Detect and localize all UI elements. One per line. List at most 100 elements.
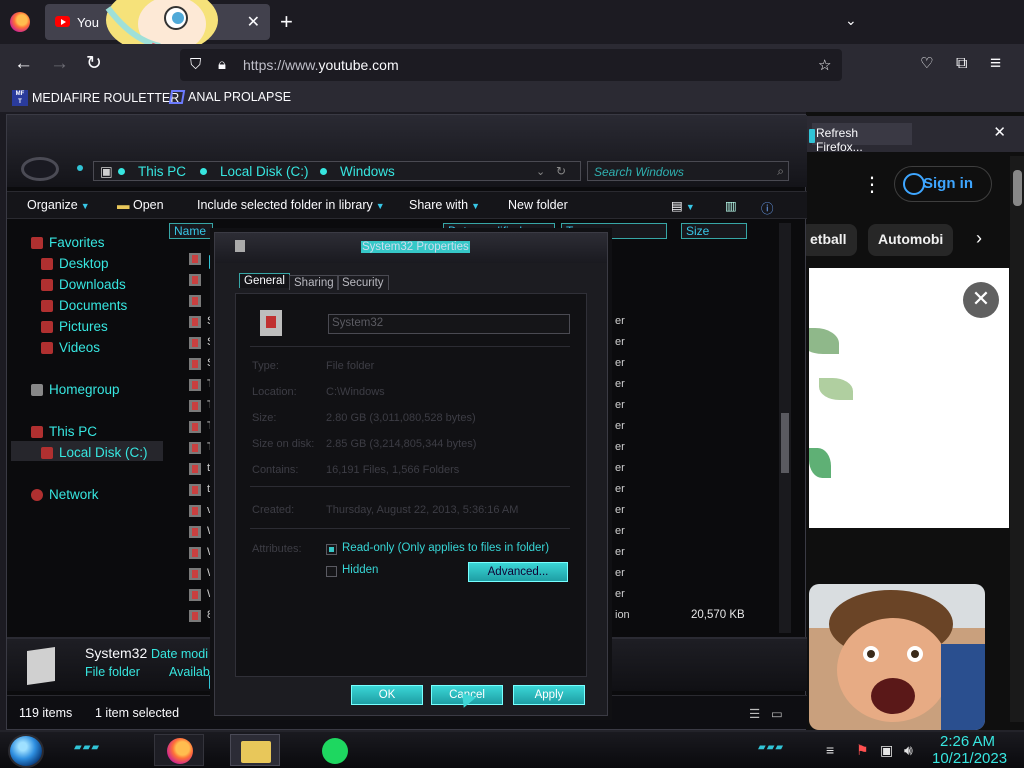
nav-this-pc[interactable]: This PC — [31, 424, 97, 439]
url-bar[interactable]: ⛉ 🔒︎ https://www.youtube.com ☆ — [180, 49, 842, 81]
readonly-checkbox[interactable] — [326, 544, 337, 555]
dialog-title-bar[interactable]: System32 Properties — [215, 233, 607, 263]
include-in-library-button[interactable]: Include selected folder in library ▼ — [197, 198, 385, 212]
chip-basketball[interactable]: etball — [800, 224, 857, 256]
refresh-icon[interactable]: ↻ — [556, 164, 566, 178]
prop-type-label: Type: — [252, 360, 279, 372]
tracking-shield-icon[interactable]: ⛉ — [190, 56, 201, 73]
clock-date[interactable]: 10/21/2023 — [932, 750, 1007, 767]
lock-icon[interactable]: 🔒︎ — [218, 56, 226, 73]
prop-created-value: Thursday, August 22, 2013, 5:36:16 AM — [326, 504, 519, 516]
menu-hamburger-icon[interactable]: ≡ — [990, 54, 1001, 74]
chevron-right-icon[interactable]: › — [976, 228, 982, 249]
nav-homegroup[interactable]: Homegroup — [31, 382, 120, 397]
leaf-icon — [819, 378, 853, 400]
tab-sharing[interactable]: Sharing — [289, 275, 339, 290]
share-with-button[interactable]: Share with ▼ — [409, 198, 480, 212]
pocket-icon[interactable]: ♡ — [920, 54, 933, 74]
crumb-local-disk[interactable]: Local Disk (C:) — [220, 164, 309, 179]
url-text[interactable]: https://www.youtube.com — [243, 57, 399, 73]
sign-in-label: Sign in — [923, 175, 973, 192]
organize-button[interactable]: Organize ▼ — [27, 198, 90, 212]
back-button[interactable]: ← — [14, 54, 33, 74]
nav-downloads[interactable]: Downloads — [41, 277, 126, 292]
bookmarks-bar: MF T MEDIAFIRE ROULETTER ANAL PROLAPSE — [0, 86, 1024, 112]
action-center-icon[interactable]: ⚑ — [856, 742, 869, 759]
ad-close-icon[interactable]: ✕ — [963, 282, 999, 318]
bookmark-mediafire[interactable]: MF T MEDIAFIRE ROULETTER — [12, 90, 179, 106]
reload-button[interactable]: ↻ — [86, 54, 102, 74]
forward-button[interactable]: → — [50, 54, 69, 74]
nav-videos[interactable]: Videos — [41, 340, 100, 355]
column-size[interactable]: Size — [681, 223, 747, 239]
hidden-label[interactable]: Hidden — [342, 564, 378, 576]
refresh-firefox-button[interactable]: Refresh Firefox... — [812, 123, 912, 154]
help-icon[interactable]: ⓘ — [761, 198, 774, 217]
ad-banner[interactable]: ✕ — [809, 268, 1009, 528]
nav-favorites[interactable]: Favorites — [31, 235, 105, 250]
nav-local-disk[interactable]: Local Disk (C:) — [41, 445, 148, 460]
change-view-icon[interactable]: ▤ ▼ — [671, 198, 695, 213]
prop-location-label: Location: — [252, 386, 297, 398]
clock-time[interactable]: 2:26 AM — [940, 733, 995, 750]
bookmark-second[interactable]: ANAL PROLAPSE — [168, 90, 291, 104]
close-icon[interactable]: ✕ — [993, 123, 1006, 141]
new-tab-button[interactable]: + — [280, 9, 293, 35]
back-forward-orb-icon[interactable] — [21, 157, 59, 181]
folder-icon — [189, 484, 201, 496]
crumb-windows[interactable]: Windows — [340, 164, 395, 179]
row-name: T — [207, 378, 214, 390]
new-folder-button[interactable]: New folder — [508, 198, 568, 212]
sign-in-button[interactable]: Sign in — [894, 166, 992, 202]
apply-button[interactable]: Apply — [513, 685, 585, 705]
nav-desktop[interactable]: Desktop — [41, 256, 109, 271]
video-thumbnail[interactable] — [809, 584, 985, 730]
downloads-icon — [41, 279, 53, 292]
volume-icon[interactable]: 🔊︎ — [904, 742, 913, 759]
address-dropdown-icon[interactable]: ⌄ — [536, 165, 545, 178]
taskbar-accent-icon: ▰▰▰ — [74, 742, 101, 753]
open-button[interactable]: ▬ Open — [117, 198, 164, 212]
scrollbar-thumb[interactable] — [1013, 170, 1022, 206]
chip-automobiles[interactable]: Automobi — [868, 224, 954, 256]
search-box[interactable]: Search Windows ⌕ — [587, 161, 789, 181]
network-tray-icon[interactable]: ▣ — [880, 742, 893, 759]
firefox-logo-icon[interactable] — [10, 12, 30, 32]
start-button[interactable] — [8, 734, 44, 768]
folder-name-field[interactable]: System32 — [328, 314, 570, 334]
prop-size-value: 2.80 GB (3,011,080,528 bytes) — [326, 412, 476, 424]
status-selected-count: 1 item selected — [95, 706, 180, 720]
tab-close-icon[interactable]: ✕ — [247, 12, 260, 32]
details-date-label: Date modi — [151, 647, 208, 661]
ok-button[interactable]: OK — [351, 685, 423, 705]
search-icon[interactable]: ⌕ — [777, 164, 784, 179]
nav-network[interactable]: Network — [31, 487, 99, 502]
tray-overflow-icon[interactable]: ≡ — [826, 742, 834, 758]
column-name[interactable]: Name — [169, 223, 213, 239]
extensions-icon[interactable]: ⧉ — [956, 54, 967, 74]
address-bar[interactable]: ▣ This PC Local Disk (C:) Windows ⌄ ↻ — [93, 161, 581, 181]
large-icons-view-icon[interactable]: ▭ — [771, 706, 783, 721]
scrollbar-thumb[interactable] — [781, 413, 789, 473]
taskbar-firefox[interactable] — [154, 734, 204, 766]
tab-general[interactable]: General — [239, 273, 290, 288]
list-all-tabs-chevron-icon[interactable]: ⌄ — [845, 12, 857, 29]
youtube-scrollbar[interactable] — [1010, 156, 1024, 722]
row-type: er — [615, 357, 625, 369]
navigation-pane: Favorites Desktop Downloads Documents Pi… — [7, 219, 167, 633]
crumb-this-pc[interactable]: This PC — [138, 164, 186, 179]
file-list-scrollbar[interactable] — [779, 223, 791, 633]
readonly-label[interactable]: Read-only (Only applies to files in fold… — [342, 542, 549, 554]
tab-security[interactable]: Security — [337, 275, 389, 290]
details-view-icon[interactable]: ☰ — [749, 706, 760, 721]
hidden-checkbox[interactable] — [326, 566, 337, 577]
more-options-icon[interactable]: ⋮ — [862, 172, 882, 197]
nav-documents[interactable]: Documents — [41, 298, 127, 313]
preview-pane-icon[interactable]: ▥ — [725, 198, 737, 213]
advanced-button[interactable]: Advanced... — [468, 562, 568, 582]
bookmark-star-icon[interactable]: ☆ — [818, 56, 831, 74]
taskbar-spotify-icon[interactable] — [322, 738, 348, 764]
taskbar-file-explorer[interactable] — [230, 734, 280, 766]
nav-pictures[interactable]: Pictures — [41, 319, 108, 334]
folder-icon — [189, 568, 201, 580]
